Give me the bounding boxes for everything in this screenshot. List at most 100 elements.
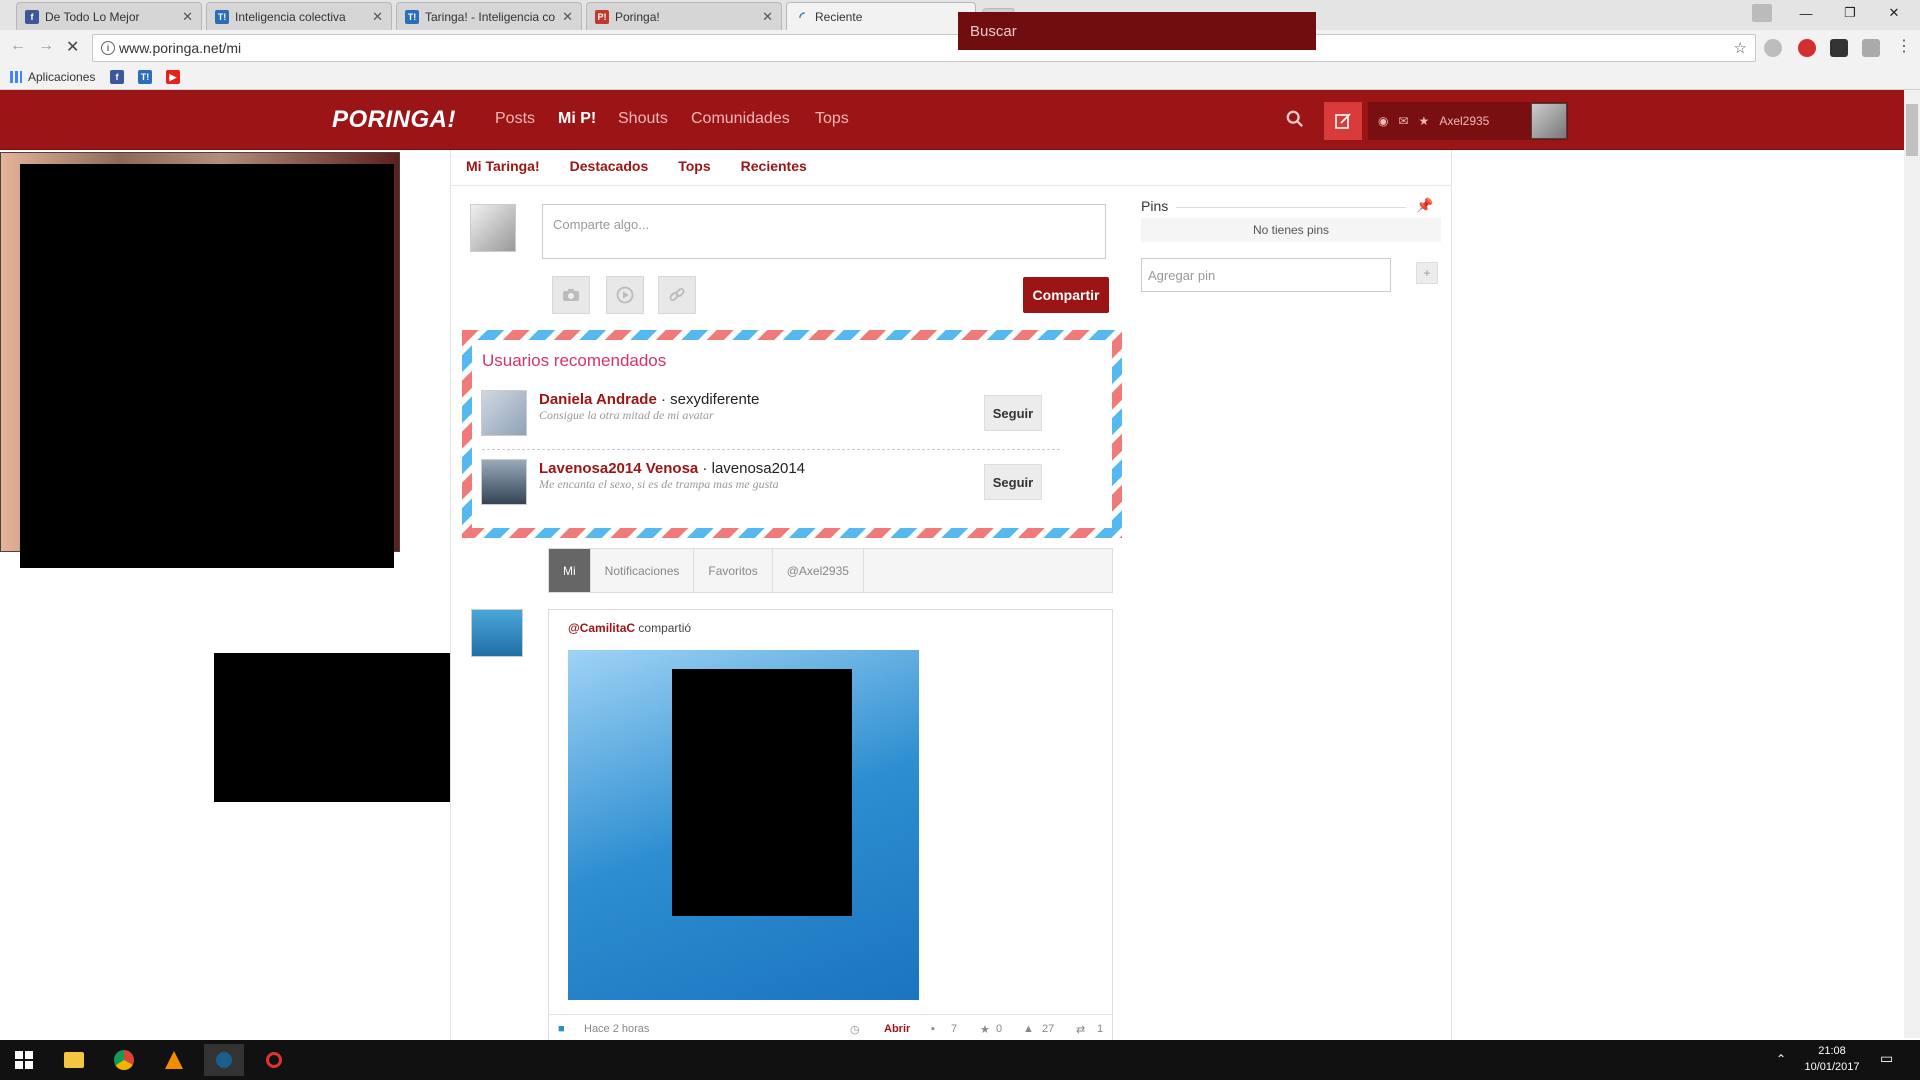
post-author[interactable]: @CamilitaC [568,621,635,635]
stop-icon[interactable]: ✕ [66,37,79,57]
poringa-icon: P! [595,9,609,24]
favorite-icon[interactable]: ★ [980,1023,990,1036]
user-description: Consigue la otra mitad de mi avatar [539,408,714,422]
window-close-icon[interactable]: ✕ [1872,0,1916,26]
back-icon[interactable]: ← [10,37,26,55]
comments-icon[interactable]: ▪ [931,1023,935,1035]
search-input[interactable]: Buscar [958,12,1316,50]
share-input[interactable]: Comparte algo... [542,204,1106,259]
avatar[interactable] [481,459,527,505]
divider [451,185,1451,186]
add-pin-input[interactable]: Agregar pin [1141,258,1391,292]
steam-icon[interactable] [204,1044,244,1076]
recommended-user-name[interactable]: Lavenosa2014 Venosa · lavenosa2014 [539,460,805,477]
tab-poringa[interactable]: P! Poringa! ✕ [586,2,782,30]
avatar[interactable] [471,609,523,657]
follow-button[interactable]: Seguir [984,395,1042,431]
tab-favoritos[interactable]: Favoritos [694,549,773,592]
tab-reciente[interactable]: ◜ Reciente ✕ [786,2,976,30]
photo-button[interactable] [552,276,590,314]
nav-posts[interactable]: Posts [495,110,535,128]
app-icon[interactable] [254,1044,294,1076]
video-button[interactable] [606,276,644,314]
tab-inteligencia-colectiva[interactable]: T! Inteligencia colectiva ✕ [206,2,392,30]
site-logo[interactable]: PORINGA! [332,106,456,134]
facebook-icon: f [25,9,39,24]
tab-taringa[interactable]: T! Taringa! - Inteligencia co ✕ [396,2,582,30]
restore-icon[interactable]: ❐ [1828,0,1872,26]
avatar[interactable] [481,390,527,436]
tab-label: De Todo Lo Mejor [45,9,140,24]
minimize-icon[interactable]: — [1784,0,1828,26]
tab-mi[interactable]: Mi [549,549,591,592]
eye-icon[interactable]: ◉ [1378,114,1388,128]
subnav-recientes[interactable]: Recientes [741,158,807,174]
extension-icon[interactable] [1764,39,1782,57]
link-button[interactable] [658,276,696,314]
username-link[interactable]: Axel2935 [1439,114,1489,128]
apps-bookmark[interactable]: Aplicaciones [10,70,95,84]
notification-icon[interactable]: ▭ [1880,1050,1893,1067]
forward-icon[interactable]: → [38,37,54,55]
camera-icon: ■ [558,1023,565,1035]
close-icon[interactable]: ✕ [762,9,773,25]
search-icon[interactable] [1286,110,1304,128]
info-icon[interactable]: i [101,41,115,55]
mail-icon[interactable]: ✉ [1398,114,1408,128]
system-clock[interactable]: 21:08 10/01/2017 [1792,1043,1872,1075]
windows-start-icon[interactable] [4,1044,44,1076]
subnav-mi-taringa[interactable]: Mi Taringa! [466,158,540,174]
chevron-up-icon[interactable]: ⌃ [1776,1052,1786,1066]
tab-label: Inteligencia colectiva [235,9,346,24]
divider [482,449,1060,450]
extension-icon[interactable] [1830,39,1848,57]
close-icon[interactable]: ✕ [372,9,383,25]
taringa-bookmark[interactable]: T! [138,70,152,84]
adblock-icon[interactable] [1798,39,1816,57]
bookmark-star-icon[interactable]: ☆ [1734,39,1747,57]
tab-notificaciones[interactable]: Notificaciones [591,549,695,592]
address-bar[interactable]: i www.poringa.net/mi ☆ [92,34,1756,62]
tab-mentions[interactable]: @Axel2935 [773,549,864,592]
nav-tops[interactable]: Tops [815,110,849,128]
recommended-title: Usuarios recomendados [482,351,667,370]
windows-logo [15,1051,33,1069]
share-button[interactable]: Compartir [1023,277,1109,313]
like-icon[interactable]: ▲ [1023,1023,1034,1035]
likes-count: 27 [1042,1023,1055,1035]
divider [1176,207,1406,208]
follow-button[interactable]: Seguir [984,464,1042,500]
open-button[interactable]: Abrir [884,1023,910,1035]
reshare-icon[interactable]: ⇄ [1076,1023,1085,1036]
tab-de-todo-lo-mejor[interactable]: f De Todo Lo Mejor ✕ [16,2,202,30]
loading-icon: ◜ [799,8,805,24]
close-icon[interactable]: ✕ [182,9,193,25]
youtube-bookmark[interactable]: ▶ [166,70,180,84]
tab-label: Reciente [815,9,863,24]
search-placeholder: Buscar [970,22,1017,40]
taringa-icon: T! [215,9,229,24]
vlc-icon[interactable] [154,1044,194,1076]
share-placeholder: Comparte algo... [553,217,650,232]
nav-mi-p[interactable]: Mi P! [558,110,596,128]
subnav-tops[interactable]: Tops [678,158,710,174]
close-icon[interactable]: ✕ [562,9,573,25]
clock-date: 10/01/2017 [1804,1061,1860,1073]
facebook-bookmark[interactable]: f [110,70,124,84]
file-explorer-icon[interactable] [54,1044,94,1076]
scrollbar[interactable] [1904,90,1920,1038]
nav-comunidades[interactable]: Comunidades [691,110,790,128]
avatar[interactable] [1531,103,1567,139]
clock-icon[interactable]: ◷ [850,1023,860,1036]
profile-icon[interactable] [1740,0,1784,26]
menu-icon[interactable]: ⋮ [1896,36,1912,56]
scrollbar-thumb[interactable] [1906,104,1918,156]
recommended-user-name[interactable]: Daniela Andrade · sexydiferente [539,391,759,408]
add-pin-button[interactable]: + [1416,262,1438,284]
subnav-destacados[interactable]: Destacados [570,158,649,174]
nav-shouts[interactable]: Shouts [618,110,668,128]
chrome-icon[interactable] [104,1044,144,1076]
star-icon[interactable]: ★ [1419,114,1430,128]
cast-icon[interactable] [1862,39,1880,57]
write-post-button[interactable] [1324,102,1362,140]
